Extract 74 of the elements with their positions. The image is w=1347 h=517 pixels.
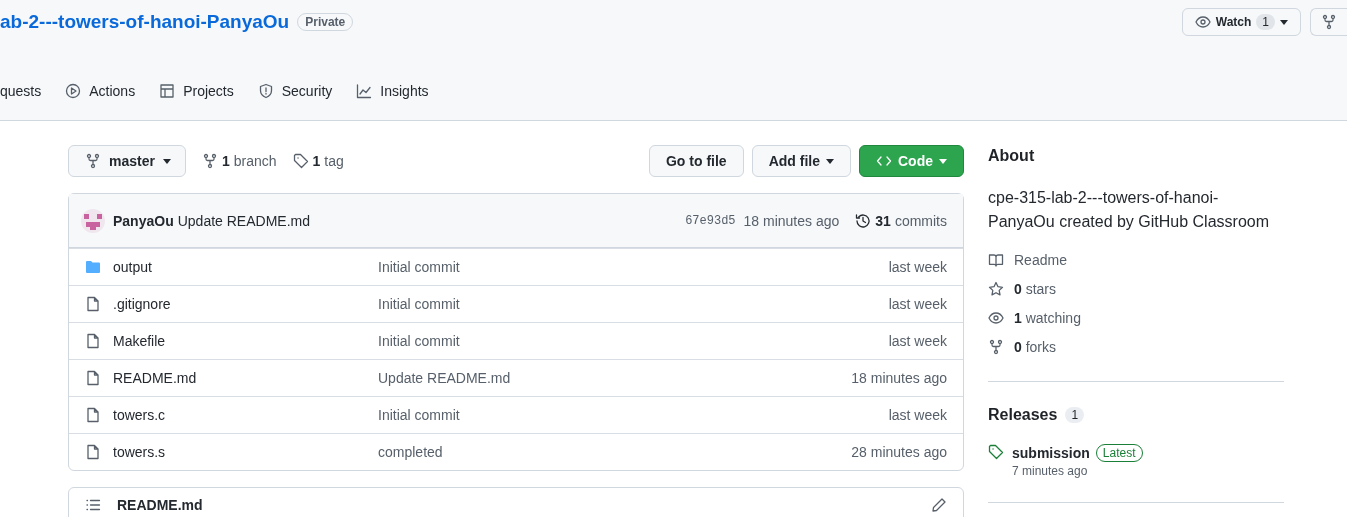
repo-description: cpe-315-lab-2---towers-of-hanoi-PanyaOu created by GitHub Classroom <box>988 188 1270 232</box>
tag-icon <box>292 153 309 169</box>
nav-tab[interactable]: quests <box>0 83 42 107</box>
file-name[interactable]: towers.c <box>113 407 370 423</box>
history-icon <box>855 212 872 229</box>
fork-button[interactable] <box>1310 8 1347 36</box>
fork-icon <box>201 153 218 169</box>
commit-time: 18 minutes ago <box>743 212 840 229</box>
fork-icon <box>1321 14 1337 30</box>
commit-time: 28 minutes ago <box>851 444 947 460</box>
caret-icon <box>939 158 947 164</box>
caret-icon <box>1280 19 1288 25</box>
watch-button[interactable]: Watch 1 <box>1181 8 1301 36</box>
commit-author[interactable]: PanyaOu <box>113 212 174 229</box>
commit-message[interactable]: Initial commit <box>378 259 881 275</box>
file-icon <box>85 296 101 312</box>
about-heading: About <box>988 147 1036 165</box>
nav-tab[interactable]: Actions <box>65 83 136 107</box>
pencil-icon <box>931 497 947 513</box>
about-stat-link[interactable]: 0 stars <box>988 274 1284 303</box>
release-name[interactable]: submission <box>1012 445 1090 461</box>
file-icon <box>85 444 101 460</box>
about-stat-link[interactable]: 1 watching <box>988 303 1284 332</box>
avatar <box>81 208 105 233</box>
star-icon <box>988 280 1004 297</box>
commit-time: last week <box>888 296 947 312</box>
tags-link[interactable]: 1 tag <box>292 153 344 169</box>
repo-title[interactable]: ab-2---towers-of-hanoi-PanyaOu <box>0 11 290 33</box>
fork-icon <box>988 338 1004 355</box>
caret-icon <box>162 158 171 164</box>
commit-message[interactable]: Initial commit <box>378 407 881 423</box>
file-name[interactable]: towers.s <box>113 444 370 460</box>
about-stat-link[interactable]: 0 forks <box>988 332 1284 361</box>
nav-tab[interactable]: Security <box>257 83 333 107</box>
commit-message[interactable]: Initial commit <box>378 296 881 312</box>
commit-time: last week <box>888 259 947 275</box>
list-icon <box>85 497 101 513</box>
commit-sha[interactable]: 67e93d5 <box>685 213 736 228</box>
file-icon <box>85 407 101 423</box>
shield-icon <box>257 83 274 99</box>
caret-icon <box>826 158 834 164</box>
play-icon <box>65 83 82 99</box>
go-to-file-button[interactable]: Go to file <box>649 145 744 177</box>
book-icon <box>988 251 1004 268</box>
add-file-button[interactable]: Add file <box>751 145 851 177</box>
commit-time: last week <box>888 407 947 423</box>
release-time: 7 minutes ago <box>1012 464 1088 478</box>
fork-icon <box>85 153 101 169</box>
nav-tab[interactable]: Insights <box>356 83 429 107</box>
file-icon <box>85 370 101 386</box>
commit-message[interactable]: Update README.md <box>177 212 310 229</box>
commits-link[interactable]: 31 commits <box>855 212 947 229</box>
graph-icon <box>356 83 373 99</box>
table-icon <box>159 83 176 99</box>
commit-message[interactable]: completed <box>378 444 844 460</box>
file-name[interactable]: Makefile <box>113 333 370 349</box>
file-name[interactable]: output <box>113 259 370 275</box>
commit-time: last week <box>888 333 947 349</box>
eye-icon <box>988 309 1004 326</box>
tag-icon <box>988 444 1004 460</box>
commit-time: 18 minutes ago <box>851 370 947 386</box>
nav-tab[interactable]: Projects <box>159 83 234 107</box>
file-name[interactable]: .gitignore <box>113 296 370 312</box>
releases-heading[interactable]: Releases 1 <box>988 406 1284 424</box>
branch-button[interactable]: master <box>68 145 186 177</box>
about-stat-link[interactable]: Readme <box>988 245 1284 274</box>
branches-link[interactable]: 1 branch <box>201 153 277 169</box>
file-icon <box>85 333 101 349</box>
eye-icon <box>1194 14 1211 30</box>
commit-message[interactable]: Initial commit <box>378 333 881 349</box>
file-name[interactable]: README.md <box>113 370 370 386</box>
readme-title[interactable]: README.md <box>117 497 203 513</box>
folder-icon <box>85 259 101 275</box>
commit-message[interactable]: Update README.md <box>378 370 844 386</box>
